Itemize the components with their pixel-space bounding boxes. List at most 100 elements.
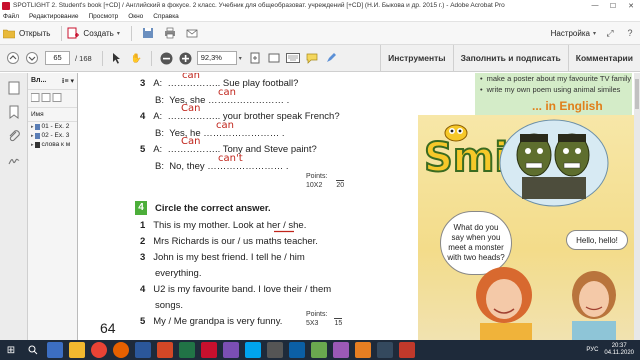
page-up-icon[interactable] bbox=[5, 51, 20, 66]
list-item[interactable]: ▸ слова к м bbox=[28, 140, 77, 149]
acrobat-taskbar-icon[interactable] bbox=[201, 342, 217, 358]
close-button[interactable]: ✕ bbox=[622, 0, 640, 11]
girl-left-illustration bbox=[476, 267, 532, 340]
clock-time: 20:37 bbox=[611, 343, 627, 349]
app-icon[interactable] bbox=[377, 342, 393, 358]
page-width-icon[interactable] bbox=[267, 51, 282, 66]
help-icon[interactable]: ? bbox=[623, 26, 637, 40]
email-icon[interactable] bbox=[185, 26, 199, 40]
ex4-line-4-cont: songs. bbox=[155, 300, 183, 311]
panel-options-button[interactable]: ⁝≡ ▾ bbox=[62, 77, 74, 85]
audio-file-icon bbox=[34, 132, 40, 139]
ex4-points: Points: 5X3 15 bbox=[306, 311, 343, 327]
folder-icon bbox=[3, 27, 15, 39]
customize-label[interactable]: Настройка bbox=[551, 29, 590, 38]
highlight-icon[interactable] bbox=[324, 51, 339, 66]
page-number-input[interactable]: 65 bbox=[45, 51, 70, 65]
expand-arrow-icon[interactable]: ▸ bbox=[31, 142, 34, 148]
language-indicator[interactable]: РУС bbox=[586, 347, 598, 353]
select-cursor-icon[interactable] bbox=[110, 51, 125, 66]
app-icon[interactable] bbox=[311, 342, 327, 358]
word-icon[interactable] bbox=[135, 342, 151, 358]
tab-tools[interactable]: Инструменты bbox=[380, 44, 452, 72]
toolbar-separator bbox=[130, 25, 132, 41]
bookmarks-icon[interactable] bbox=[5, 103, 23, 121]
chevron-down-icon[interactable]: ▾ bbox=[239, 55, 242, 62]
windows-taskbar: ⊞ РУС 20:37 04.11.2020 bbox=[0, 340, 640, 360]
speech-bubble-answer: Hello, hello! bbox=[566, 230, 628, 250]
menu-file[interactable]: Файл bbox=[3, 13, 19, 20]
app-icon[interactable] bbox=[333, 342, 349, 358]
menu-edit[interactable]: Редактирование bbox=[29, 13, 79, 20]
task-view-icon[interactable] bbox=[47, 342, 63, 358]
zoom-app-icon[interactable] bbox=[289, 342, 305, 358]
panel-title: Вл... bbox=[31, 77, 47, 84]
ex4-line-2: 2 Mrs Richards is our / us maths teacher… bbox=[140, 236, 318, 247]
page-right-column: make a poster about my favourite TV fami… bbox=[418, 73, 634, 340]
expand-arrow-icon[interactable]: ▸ bbox=[31, 124, 34, 130]
signatures-icon[interactable] bbox=[5, 151, 23, 169]
acrobat-icon bbox=[2, 1, 10, 10]
monster-thought-bubble bbox=[499, 119, 609, 207]
ex4-line-5: 5 My / Me grandpa is very funny. bbox=[140, 316, 283, 327]
window-title: SPOTLIGHT 2. Student's book [+CD] / Англ… bbox=[13, 2, 505, 9]
expand-icon[interactable]: ⤢ bbox=[603, 26, 617, 40]
clock-date: 04.11.2020 bbox=[604, 350, 634, 356]
zoom-input[interactable]: 92,3% bbox=[196, 51, 237, 65]
menu-view[interactable]: Просмотр bbox=[89, 13, 119, 20]
vertical-scrollbar[interactable] bbox=[634, 73, 640, 340]
panel-actions bbox=[28, 90, 77, 108]
search-icon[interactable] bbox=[25, 342, 41, 358]
zoom-in-icon[interactable] bbox=[178, 51, 193, 66]
app-icon[interactable] bbox=[223, 342, 239, 358]
comment-icon[interactable] bbox=[305, 51, 320, 66]
list-item[interactable]: ▸ 02 - Ex. 3 bbox=[28, 131, 77, 140]
app-icon[interactable] bbox=[355, 342, 371, 358]
scrollbar-thumb[interactable] bbox=[635, 79, 639, 109]
chevron-down-icon: ▾ bbox=[116, 30, 120, 37]
attachments-icon[interactable] bbox=[5, 127, 23, 145]
in-english-heading: ... in English bbox=[532, 99, 603, 113]
attachment-name: 02 - Ex. 3 bbox=[41, 132, 70, 139]
app-icon[interactable] bbox=[267, 342, 283, 358]
chrome-icon[interactable] bbox=[91, 342, 107, 358]
zoom-out-icon[interactable] bbox=[159, 51, 174, 66]
menu-window[interactable]: Окно bbox=[128, 13, 143, 20]
expand-arrow-icon[interactable]: ▸ bbox=[31, 133, 34, 139]
open-button[interactable]: Открыть bbox=[3, 27, 50, 39]
list-item[interactable]: ▸ 01 - Ex. 2 bbox=[28, 122, 77, 131]
powerpoint-icon[interactable] bbox=[157, 342, 173, 358]
maximize-button[interactable]: ☐ bbox=[604, 0, 622, 11]
chevron-down-icon[interactable]: ▾ bbox=[593, 30, 596, 37]
save-icon[interactable] bbox=[141, 26, 155, 40]
page-thumbnails-icon[interactable] bbox=[5, 79, 23, 97]
hand-tool-icon[interactable]: ✋ bbox=[129, 51, 144, 66]
toolbar-separator bbox=[61, 25, 63, 41]
tab-fill-sign[interactable]: Заполнить и подписать bbox=[452, 44, 568, 72]
firefox-icon[interactable] bbox=[113, 342, 129, 358]
tab-comments[interactable]: Комментарии bbox=[567, 44, 640, 72]
handwritten-answer: Can bbox=[181, 136, 201, 147]
attachment-name: 01 - Ex. 2 bbox=[41, 123, 70, 130]
create-button[interactable]: Создать ▾ bbox=[67, 27, 120, 39]
keyboard-icon[interactable] bbox=[286, 51, 301, 66]
ex4-line-3: 3 John is my best friend. I tell he / hi… bbox=[140, 252, 305, 263]
menu-help[interactable]: Справка bbox=[153, 13, 179, 20]
windows-start-icon[interactable]: ⊞ bbox=[3, 342, 19, 358]
document-page[interactable]: 3 A: …………….. Sue play football? can B: Y… bbox=[78, 73, 634, 340]
skype-icon[interactable] bbox=[245, 342, 261, 358]
app-icon[interactable] bbox=[399, 342, 415, 358]
system-clock[interactable]: 20:37 04.11.2020 bbox=[604, 343, 634, 357]
ex3-points: Points: 10X2 20 bbox=[306, 173, 345, 189]
minimize-button[interactable]: — bbox=[586, 0, 604, 11]
print-icon[interactable] bbox=[163, 26, 177, 40]
file-explorer-icon[interactable] bbox=[69, 342, 85, 358]
panel-toolbar-icons[interactable] bbox=[30, 93, 71, 102]
excel-icon[interactable] bbox=[179, 342, 195, 358]
name-column-header[interactable]: Имя bbox=[28, 108, 77, 122]
goal-item: write my own poem using animal similes bbox=[475, 84, 632, 95]
fit-page-icon[interactable] bbox=[248, 51, 263, 66]
page-down-icon[interactable] bbox=[24, 51, 39, 66]
attachment-name: слова к м bbox=[41, 141, 71, 148]
toolbar-separator bbox=[101, 50, 103, 66]
